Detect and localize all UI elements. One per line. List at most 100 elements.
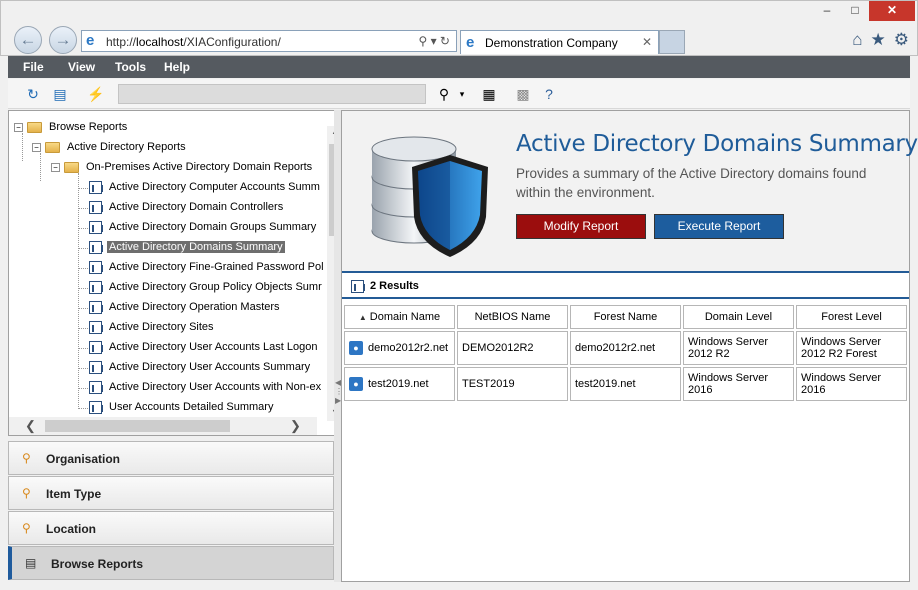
tree-report-item[interactable]: Active Directory Domain Groups Summary [89,219,318,237]
toolbar-search-input[interactable] [118,84,426,104]
search-options-chevron-icon[interactable]: ▾ [453,85,471,103]
tree-report-item[interactable]: Active Directory Domain Controllers [89,199,285,217]
tree-node-ad-reports[interactable]: − Active Directory Reports [32,139,188,157]
search-dropdown-refresh-icon[interactable]: ⚲ ▾ ↻ [418,34,450,48]
browser-tab[interactable]: e Demonstration Company ✕ [460,30,659,54]
report-pdf-icon[interactable]: ⚡ [87,85,105,103]
accordion-item-type[interactable]: ⚲ Item Type [8,476,334,510]
home-icon[interactable]: ⌂ [852,30,862,50]
scroll-right-icon[interactable]: ❯ [290,418,301,434]
cell-netbios-name: TEST2019 [457,367,568,401]
close-window-button[interactable]: ✕ [869,1,915,21]
results-count: 2 Results [370,280,419,292]
tree-report-item[interactable]: Active Directory Computer Accounts Summ [89,179,322,197]
report-icon [89,380,103,394]
execute-report-button[interactable]: Execute Report [654,214,784,239]
tree-report-item[interactable]: Active Directory Group Policy Objects Su… [89,279,324,297]
maximize-button[interactable]: □ [841,1,869,21]
modify-report-button[interactable]: Modify Report [516,214,646,239]
help-icon[interactable]: ? [540,85,558,103]
back-button[interactable]: ← [14,26,42,54]
report-icon [89,180,103,194]
browser-tools-group: ⌂ ★ ⚙ [852,30,909,50]
location-search-icon: ⚲ [22,521,31,535]
scroll-left-icon[interactable]: ❮ [25,418,36,434]
close-tab-icon[interactable]: ✕ [642,35,652,49]
report-title: Active Directory Domains Summary [516,131,918,157]
report-icon [351,280,365,293]
column-header-forest-name[interactable]: Forest Name [570,305,681,329]
address-bar[interactable]: e http://localhost/XIAConfiguration/ ⚲ ▾… [81,30,457,52]
report-content-panel: Active Directory Domains Summary Provide… [341,110,918,582]
tree-report-item[interactable]: Active Directory Sites [89,319,216,337]
column-header-netbios-name[interactable]: NetBIOS Name [457,305,568,329]
tree-report-item[interactable]: Active Directory Fine-Grained Password P… [89,259,326,277]
tree-report-item[interactable]: User Accounts Detailed Summary [89,399,275,417]
accordion-organisation[interactable]: ⚲ Organisation [8,441,334,475]
minimize-button[interactable]: – [813,1,841,21]
report-description: Provides a summary of the Active Directo… [516,166,867,200]
domain-icon: ● [349,377,363,391]
results-table: ▲ Domain Name NetBIOS Name Forest Name Do… [342,303,909,403]
domain-icon: ● [349,341,363,355]
columns-grid-icon[interactable]: ▦ [480,85,498,103]
folder-open-icon [27,121,42,133]
tree-node-onprem-domain-reports[interactable]: − On-Premises Active Directory Domain Rep… [51,159,314,177]
sort-ascending-icon: ▲ [358,313,367,322]
panel-splitter[interactable]: ◀ ⋮ ▶ [334,110,343,582]
favorites-star-icon[interactable]: ★ [871,30,886,50]
report-icon [89,200,103,214]
tree-report-item[interactable]: Active Directory User Accounts Summary [89,359,312,377]
column-header-domain-level[interactable]: Domain Level [683,305,794,329]
tree-report-item[interactable]: Active Directory User Accounts Last Logo… [89,339,319,357]
item-type-search-icon: ⚲ [22,486,31,500]
menu-help[interactable]: Help [164,60,190,74]
forward-button[interactable]: → [49,26,77,54]
collapse-icon[interactable]: − [32,142,41,152]
report-icon [89,340,103,354]
accordion-browse-reports[interactable]: ▤ Browse Reports [8,546,334,580]
collapse-icon[interactable]: − [14,122,23,132]
menu-tools[interactable]: Tools [115,60,146,74]
ie-tab-icon: e [466,34,475,51]
tree-root[interactable]: − Browse Reports [14,119,129,137]
menu-view[interactable]: View [68,60,95,74]
results-bar: 2 Results [342,271,909,299]
refresh-icon[interactable]: ↻ [24,85,42,103]
tree-report-item[interactable]: Active Directory User Accounts with Non-… [89,379,323,397]
collapse-icon[interactable]: − [51,162,60,172]
database-shield-icon [371,136,488,257]
scroll-thumb[interactable] [45,420,230,432]
search-icon[interactable]: ⚲ [435,85,453,103]
cell-domain-name[interactable]: ● demo2012r2.net [344,331,455,365]
table-row[interactable]: ● test2019.net TEST2019 test2019.net Wind… [344,367,907,401]
cell-netbios-name: DEMO2012R2 [457,331,568,365]
report-icon [89,240,103,254]
new-tab-button[interactable] [659,30,685,54]
cell-domain-name[interactable]: ● test2019.net [344,367,455,401]
report-icon [89,400,103,414]
report-icon [89,300,103,314]
menu-file[interactable]: File [23,60,44,74]
tree-report-item-selected[interactable]: Active Directory Domains Summary [89,239,285,257]
column-header-domain-name[interactable]: ▲ Domain Name [344,305,455,329]
tree-horizontal-scrollbar[interactable]: ❮ ❯ [9,417,317,435]
server-icon[interactable]: ▤ [51,85,69,103]
cell-forest-level: Windows Server 2012 R2 Forest [796,331,907,365]
report-icon [89,280,103,294]
report-icon [89,220,103,234]
column-header-forest-level[interactable]: Forest Level [796,305,907,329]
url-text[interactable]: http://localhost/XIAConfiguration/ [106,35,281,49]
table-row[interactable]: ● demo2012r2.net DEMO2012R2 demo2012r2.ne… [344,331,907,365]
settings-gear-icon[interactable]: ⚙ [894,30,909,50]
filter-icon[interactable]: ▩ [514,85,532,103]
report-tree: − Browse Reports − Active Directory Report… [8,110,335,436]
menu-bar: File View Tools Help [8,56,910,78]
accordion-location[interactable]: ⚲ Location [8,511,334,545]
report-icon [89,360,103,374]
app-toolbar: ↻ ▤ ⚡ ⚲ ▾ ▦ ▩ ? [8,79,910,109]
tree-report-item[interactable]: Active Directory Operation Masters [89,299,282,317]
report-header: Active Directory Domains Summary Provide… [342,111,918,271]
cell-forest-level: Windows Server 2016 [796,367,907,401]
folder-open-icon [64,161,79,173]
